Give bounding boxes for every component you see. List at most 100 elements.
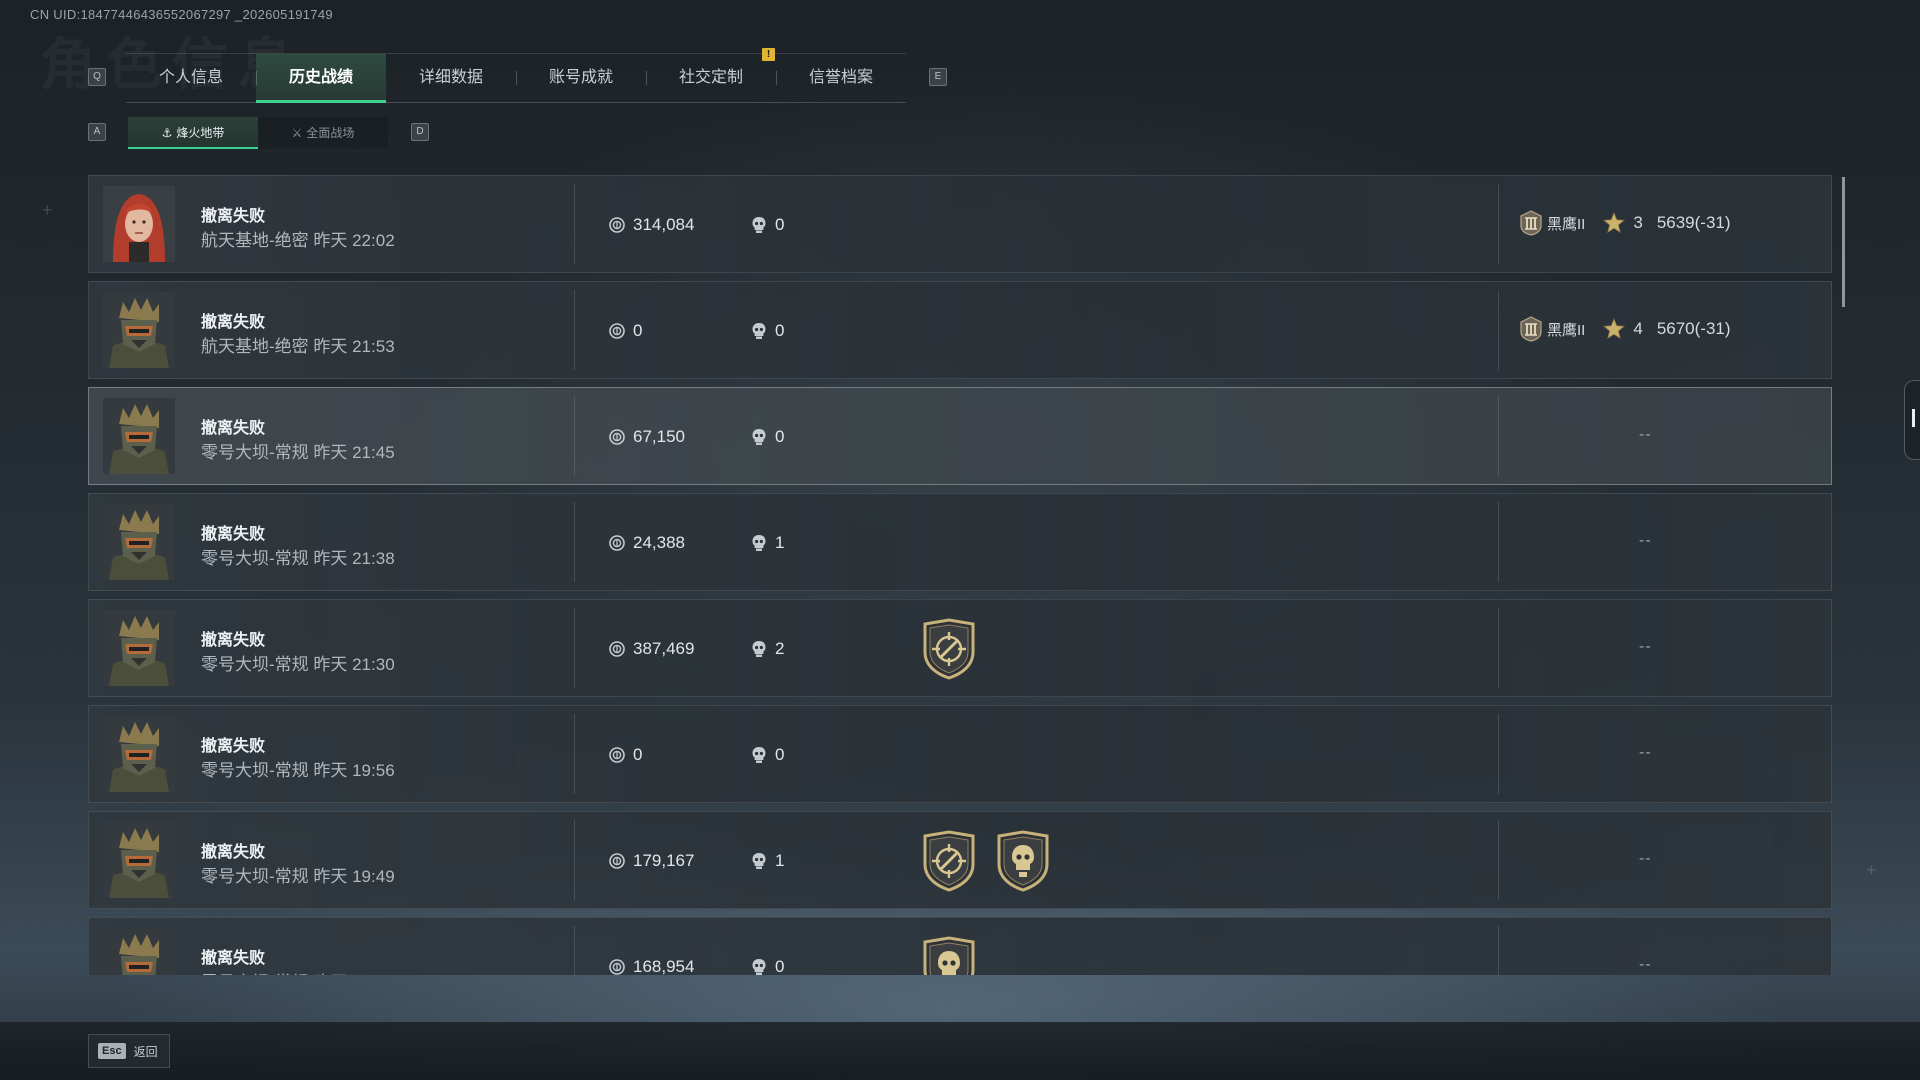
match-row[interactable]: 撤离失败 零号大坝-常规 昨天 168,954 0 -- (88, 917, 1832, 975)
match-row[interactable]: 撤离失败 航天基地-绝密 昨天 22:02 314,084 0 黑鹰II 3 5… (88, 175, 1832, 273)
match-row[interactable]: 撤离失败 零号大坝-常规 昨天 19:56 0 0 -- (88, 705, 1832, 803)
tab-personal-info[interactable]: 个人信息 (126, 54, 256, 102)
match-row[interactable]: 撤离失败 零号大坝-常规 昨天 19:49 179,167 1 -- (88, 811, 1832, 909)
column-divider (1498, 926, 1499, 975)
rank-placeholder: -- (1639, 850, 1652, 867)
operator-avatar (103, 822, 175, 898)
kill-count-text: 0 (775, 957, 785, 975)
rank-placeholder: -- (1639, 744, 1652, 761)
map-and-time: 零号大坝-常规 昨天 (201, 968, 347, 975)
back-label: 返回 (133, 1044, 158, 1059)
warzone-icon: ⚓ (161, 126, 173, 140)
column-divider (574, 396, 575, 476)
skull-icon (751, 322, 767, 340)
rank-name: 黑鹰II (1547, 215, 1586, 233)
rank-placeholder: -- (1639, 638, 1652, 655)
rank-name: 黑鹰II (1547, 321, 1586, 339)
back-button[interactable]: Esc 返回 (88, 1034, 170, 1068)
match-history-list[interactable]: 撤离失败 航天基地-绝密 昨天 22:02 314,084 0 黑鹰II 3 5… (88, 175, 1832, 975)
rank-summary: 黑鹰II 3 5639(-31) (1519, 210, 1731, 236)
side-panel-handle[interactable] (1904, 380, 1920, 460)
match-row[interactable]: 撤离失败 零号大坝-常规 昨天 21:45 67,150 0 -- (88, 387, 1832, 485)
star-count: 4 (1633, 319, 1643, 338)
skull-icon (751, 852, 767, 870)
tab-achievements[interactable]: 账号成就 (516, 54, 646, 102)
loot-value-text: 0 (633, 321, 643, 340)
star-icon (1603, 212, 1625, 234)
map-and-time: 零号大坝-常规 昨天 21:30 (201, 655, 395, 674)
rank-emblem-icon (1519, 210, 1543, 236)
next-subtab-key-hint[interactable]: D (411, 123, 429, 141)
skull-badge-icon[interactable] (919, 936, 979, 975)
operator-avatar (103, 716, 175, 792)
loot-value-text: 179,167 (633, 851, 695, 870)
kill-count-text: 0 (775, 427, 785, 446)
list-scrollbar[interactable] (1842, 177, 1845, 307)
loot-value-text: 168,954 (633, 957, 695, 975)
extraction-status: 撤离失败 (201, 314, 266, 331)
medal-badges (919, 936, 979, 975)
match-row[interactable]: 撤离失败 零号大坝-常规 昨天 21:38 24,388 1 -- (88, 493, 1832, 591)
extraction-status: 撤离失败 (201, 632, 266, 649)
loot-value-text: 24,388 (633, 533, 685, 552)
player-uid: CN UID:18477446436552067297 _20260519174… (30, 7, 333, 22)
loot-value: 24,388 (609, 532, 685, 554)
prev-subtab-key-hint[interactable]: A (88, 123, 106, 141)
star-count: 3 (1633, 213, 1643, 232)
loot-value-text: 387,469 (633, 639, 695, 658)
next-tab-key-hint[interactable]: E (929, 68, 947, 86)
rank-placeholder: -- (1639, 426, 1652, 443)
column-divider (1498, 502, 1499, 582)
decor-cross: + (42, 200, 53, 220)
tab-credit-record[interactable]: 信誉档案 (776, 54, 906, 102)
medal-badges (919, 830, 1053, 892)
column-divider (1498, 714, 1499, 794)
extraction-status: 撤离失败 (201, 738, 266, 755)
kill-count: 1 (751, 532, 784, 554)
main-tab-bar: 个人信息 历史战绩 详细数据 账号成就 社交定制 信誉档案 (126, 53, 906, 103)
coin-icon (609, 641, 625, 657)
loot-value: 387,469 (609, 638, 694, 660)
star-icon (1603, 318, 1625, 340)
mode-subtab-bar: ⚓ 烽火地带 ⚔ 全面战场 (128, 117, 388, 149)
operator-avatar (103, 610, 175, 686)
prev-tab-key-hint[interactable]: Q (88, 68, 106, 86)
operator-avatar (103, 398, 175, 474)
coin-icon (609, 853, 625, 869)
footer-bar (0, 1022, 1920, 1080)
rank-score: 5639(-31) (1656, 213, 1731, 232)
crosshair-badge-icon[interactable] (919, 618, 979, 680)
extraction-status: 撤离失败 (201, 420, 266, 437)
subtab-warzone[interactable]: ⚓ 烽火地带 (128, 117, 258, 149)
match-row[interactable]: 撤离失败 航天基地-绝密 昨天 21:53 0 0 黑鹰II 4 5670(-3… (88, 281, 1832, 379)
column-divider (1498, 608, 1499, 688)
match-row[interactable]: 撤离失败 零号大坝-常规 昨天 21:30 387,469 2 -- (88, 599, 1832, 697)
column-divider (574, 820, 575, 900)
crosshair-badge-icon[interactable] (919, 830, 979, 892)
extraction-status: 撤离失败 (201, 208, 266, 225)
esc-key-hint: Esc (98, 1043, 126, 1059)
tab-detailed-data[interactable]: 详细数据 (386, 54, 516, 102)
tab-social-custom[interactable]: 社交定制 (646, 54, 776, 102)
kill-count: 0 (751, 956, 784, 975)
map-and-time: 零号大坝-常规 昨天 21:45 (201, 443, 395, 462)
map-and-time: 零号大坝-常规 昨天 19:49 (201, 867, 395, 886)
column-divider (574, 926, 575, 975)
loot-value-text: 67,150 (633, 427, 685, 446)
kill-count-text: 0 (775, 321, 785, 340)
tab-match-history[interactable]: 历史战绩 (256, 54, 386, 103)
rank-emblem-icon (1519, 316, 1543, 342)
subtab-battlefield[interactable]: ⚔ 全面战场 (258, 117, 388, 149)
map-and-time: 航天基地-绝密 昨天 21:53 (201, 337, 395, 356)
rank-placeholder: -- (1639, 956, 1652, 973)
kill-count-text: 2 (775, 639, 785, 658)
coin-icon (609, 535, 625, 551)
skull-badge-icon[interactable] (993, 830, 1053, 892)
column-divider (1498, 396, 1499, 476)
rank-summary: 黑鹰II 4 5670(-31) (1519, 316, 1731, 342)
column-divider (1498, 290, 1499, 370)
loot-value: 67,150 (609, 426, 685, 448)
coin-icon (609, 959, 625, 975)
skull-icon (751, 534, 767, 552)
operator-avatar (103, 186, 175, 262)
